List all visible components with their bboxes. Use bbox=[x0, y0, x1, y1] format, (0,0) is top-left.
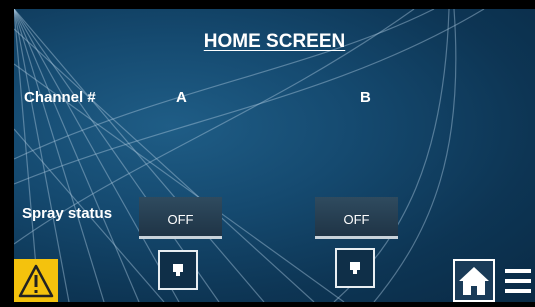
device-frame: HOME SCREEN Channel # A B Spray status O… bbox=[0, 0, 535, 302]
channel-label: Channel # bbox=[24, 89, 96, 106]
spray-status-label: Spray status bbox=[22, 205, 113, 222]
channel-b-spray-status: OFF bbox=[343, 212, 370, 227]
home-icon bbox=[459, 267, 489, 295]
channel-b-pump-button[interactable] bbox=[335, 248, 375, 288]
channel-b-spray-button[interactable]: OFF bbox=[315, 197, 398, 239]
pump-icon bbox=[350, 262, 360, 274]
channel-a-label: A bbox=[176, 89, 187, 106]
channel-a-spray-status: OFF bbox=[167, 212, 194, 227]
pump-icon bbox=[173, 264, 183, 276]
warning-icon bbox=[18, 264, 54, 298]
channel-a-pump-button[interactable] bbox=[158, 250, 198, 290]
warning-button[interactable] bbox=[14, 259, 58, 302]
menu-icon bbox=[505, 269, 531, 293]
home-button[interactable] bbox=[453, 259, 495, 302]
channel-a-spray-button[interactable]: OFF bbox=[139, 197, 222, 239]
menu-button[interactable] bbox=[500, 259, 535, 302]
page-title: HOME SCREEN bbox=[203, 31, 346, 52]
channel-b-label: B bbox=[360, 89, 371, 106]
